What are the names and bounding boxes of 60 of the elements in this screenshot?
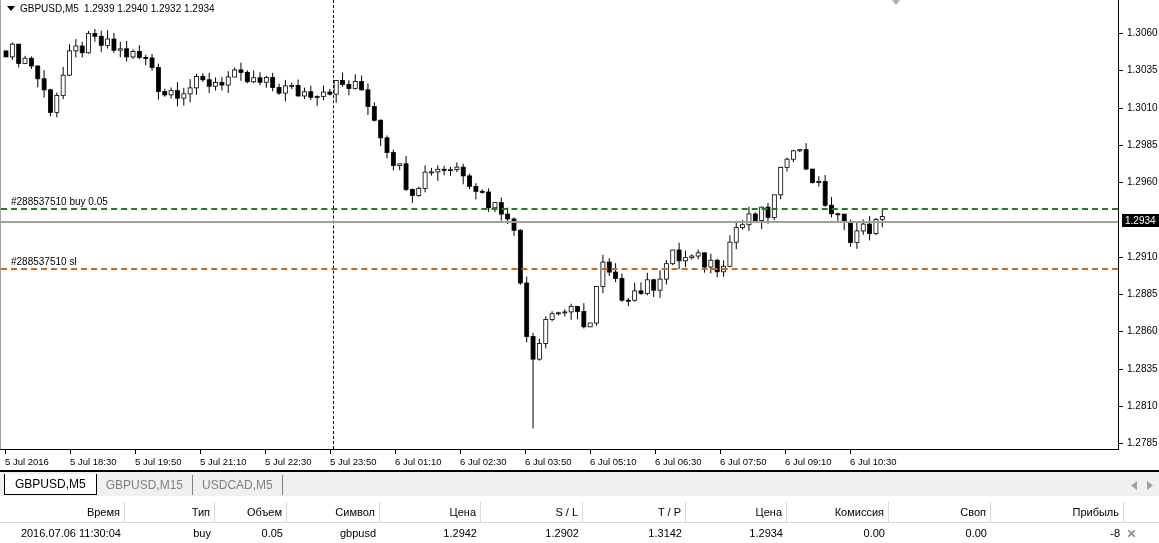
time-label: 6 Jul 05:10 [590,456,637,467]
order-label: #288537510 buy 0.05 [11,196,108,208]
table-cell-text: gbpusd [338,526,377,541]
chart-tab[interactable]: USDCAD,M5 [193,475,283,495]
column-header[interactable]: Прибыль [991,502,1124,523]
time-label: 5 Jul 19:50 [135,456,182,467]
price-label: 1.3010 [1127,101,1158,113]
column-header[interactable]: Цена [380,502,481,523]
time-label: 5 Jul 18:30 [70,456,117,467]
scroll-right-icon[interactable] [1147,481,1153,490]
table-cell-text: buy [192,526,212,541]
column-header[interactable]: Время [0,502,125,523]
shift-marker-icon [892,0,900,5]
column-header[interactable]: Объем [215,502,287,523]
table-cell-text: 0.00 [862,526,886,541]
time-label: 6 Jul 06:30 [655,456,702,467]
price-label: 1.3035 [1127,64,1158,76]
table-cell-text: 2016.07.06 11:30:04 [19,526,122,541]
table-cell-text: -8 [1109,526,1121,541]
price-label: 1.2785 [1127,437,1158,449]
price-label: 1.2885 [1127,288,1158,300]
time-label: 6 Jul 01:10 [395,456,442,467]
price-label: 1.2835 [1127,362,1158,374]
table-cell-text: 0.00 [964,526,988,541]
table-cell-text: 1.2942 [442,526,478,541]
table-cell-text: 1.3142 [647,526,683,541]
time-label: 5 Jul 23:50 [330,456,377,467]
price-label: 1.2960 [1127,176,1158,188]
table-cell-text: 1.2934 [748,526,784,541]
current-price-badge: 1.2934 [1122,214,1159,227]
time-label: 6 Jul 02:30 [460,456,507,467]
chart-tab[interactable]: GBPUSD,M15 [96,475,194,495]
price-label: 1.3060 [1127,27,1158,38]
column-header[interactable]: Цена [686,502,787,523]
chart-quote: 1.2939 1.2940 1.2932 1.2934 [83,3,215,14]
time-label: 5 Jul 21:10 [200,456,247,467]
price-label: 1.2910 [1127,250,1158,262]
price-label: 1.2985 [1127,138,1158,150]
chart-tab[interactable]: GBPUSD,M5 [4,474,97,495]
column-header[interactable]: Своп [889,502,991,523]
column-header[interactable]: S / L [481,502,583,523]
table-cell-text: 0.05 [260,526,284,541]
column-header[interactable]: Комиссия [787,502,889,523]
time-label: 6 Jul 10:30 [850,456,897,467]
close-icon[interactable] [1128,529,1135,537]
scroll-left-icon[interactable] [1131,481,1137,490]
time-label: 5 Jul 22:30 [265,456,312,467]
time-label: 6 Jul 09:10 [785,456,832,467]
order-label: #288537510 sl [11,255,77,267]
price-label: 1.2810 [1127,400,1158,411]
time-label: 5 Jul 2016 [5,456,49,467]
table-cell-text: 1.2902 [544,526,580,541]
column-header[interactable]: Тип [125,502,215,523]
time-label: 6 Jul 03:50 [525,456,572,467]
caret-icon [7,6,15,11]
price-label: 1.2860 [1127,325,1158,337]
chart-symbol: GBPUSD,M5 [20,3,79,14]
column-header[interactable]: T / P [583,502,686,523]
time-label: 6 Jul 07:50 [720,456,767,467]
column-header[interactable]: Символ [287,502,380,523]
